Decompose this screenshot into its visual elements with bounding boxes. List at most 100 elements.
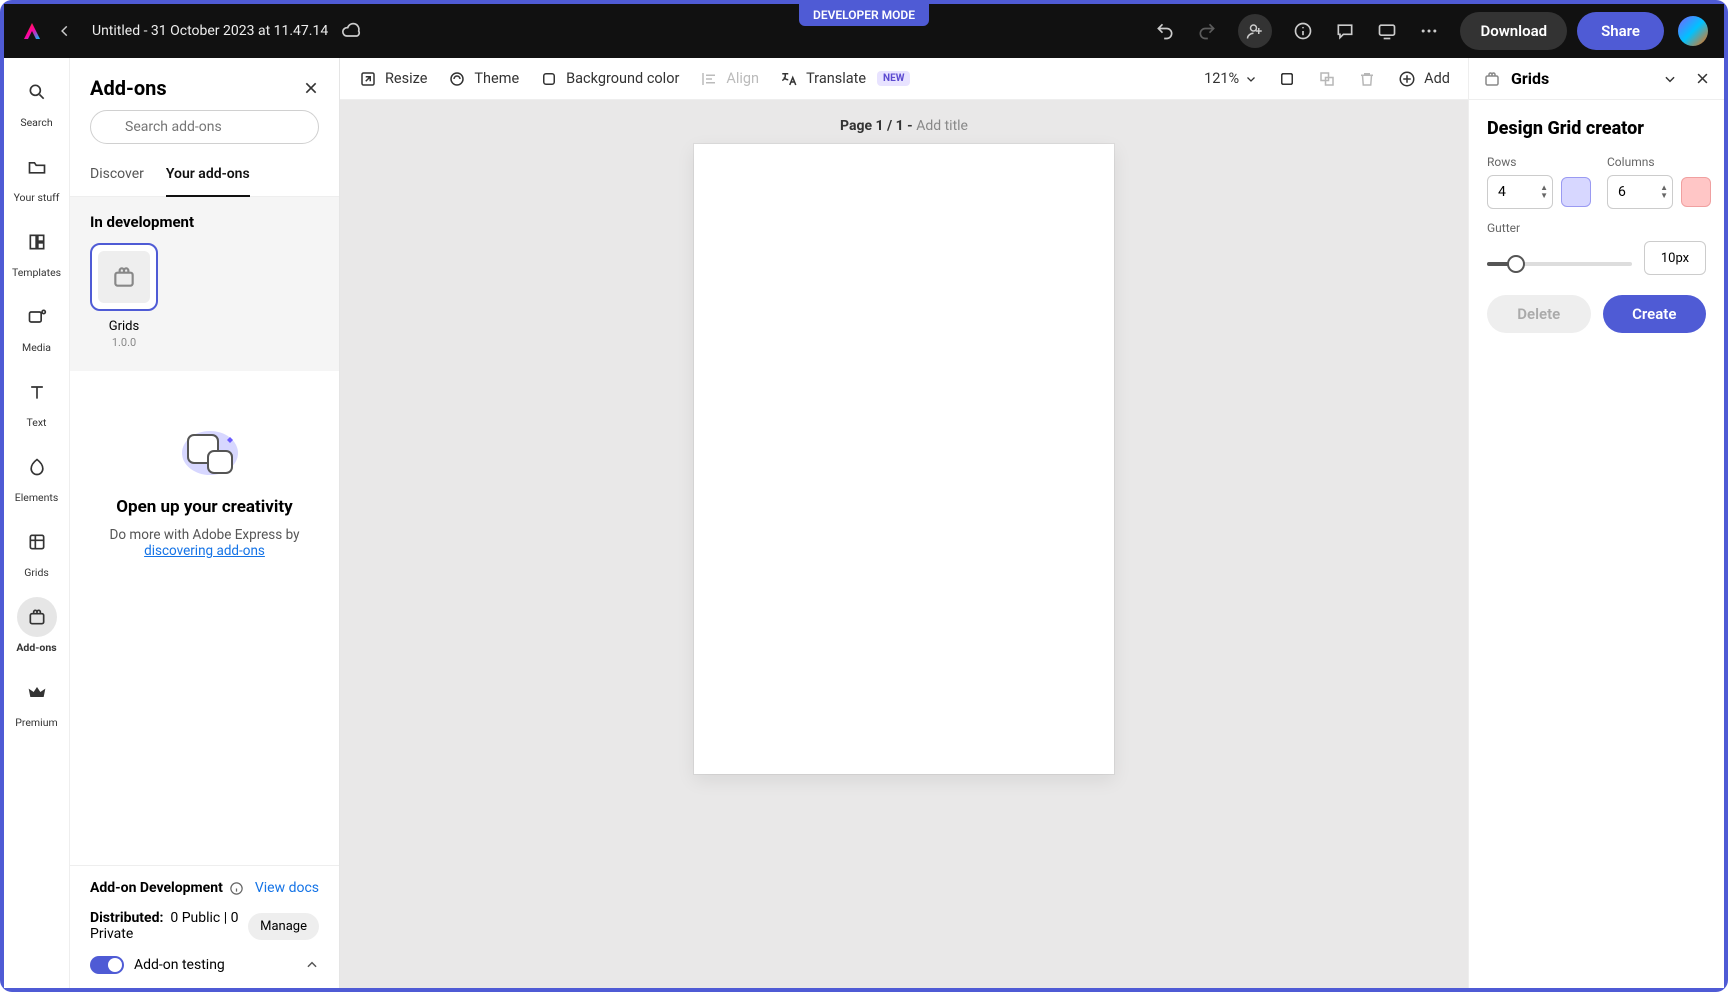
addon-tile-grids[interactable]: Grids 1.0.0 — [90, 243, 158, 349]
left-rail: Search Your stuff Templates Media Text E… — [4, 58, 70, 988]
bgcolor-icon — [539, 69, 559, 89]
translate-button[interactable]: TranslateNEW — [779, 69, 910, 89]
theme-icon — [447, 69, 467, 89]
align-button: Align — [699, 69, 759, 89]
rail-item-elements[interactable]: Elements — [4, 447, 69, 504]
chevron-up-icon[interactable] — [305, 958, 319, 972]
download-button[interactable]: Download — [1460, 12, 1567, 50]
columns-color-swatch[interactable] — [1681, 177, 1711, 207]
rows-color-swatch[interactable] — [1561, 177, 1591, 207]
more-icon[interactable] — [1418, 20, 1440, 42]
rail-label: Templates — [12, 266, 61, 279]
rail-label: Your stuff — [14, 191, 60, 204]
distributed-label: Distributed: — [90, 910, 163, 926]
rail-item-premium[interactable]: Premium — [4, 672, 69, 729]
theme-button[interactable]: Theme — [447, 69, 519, 89]
tab-your-addons[interactable]: Your add-ons — [166, 154, 250, 196]
rail-label: Add-ons — [16, 641, 56, 654]
duplicate-icon[interactable] — [1317, 69, 1337, 89]
addon-icon — [98, 251, 150, 303]
rail-item-addons[interactable]: Add-ons — [4, 597, 69, 654]
share-button[interactable]: Share — [1577, 12, 1664, 50]
text-icon — [17, 372, 57, 412]
create-button[interactable]: Create — [1603, 295, 1707, 333]
redo-icon[interactable] — [1196, 20, 1218, 42]
avatar[interactable] — [1678, 16, 1708, 46]
rail-item-media[interactable]: Media — [4, 297, 69, 354]
gutter-label: Gutter — [1487, 221, 1706, 235]
addon-dev-heading: Add-on Development — [90, 880, 244, 896]
background-color-button[interactable]: Background color — [539, 69, 679, 89]
rail-label: Elements — [15, 491, 59, 504]
rail-item-your-stuff[interactable]: Your stuff — [4, 147, 69, 204]
back-icon[interactable] — [58, 24, 72, 38]
new-badge: NEW — [877, 71, 910, 86]
elements-icon — [17, 447, 57, 487]
canvas-area[interactable]: Page 1 / 1 - Add title — [340, 100, 1468, 988]
view-docs-link[interactable]: View docs — [255, 880, 319, 896]
rail-label: Media — [22, 341, 51, 354]
promo-description: Do more with Adobe Express by discoverin… — [94, 527, 315, 559]
addon-name: Grids — [109, 319, 139, 334]
slider-thumb[interactable] — [1507, 255, 1525, 273]
rail-item-templates[interactable]: Templates — [4, 222, 69, 279]
rail-item-search[interactable]: Search — [4, 72, 69, 129]
align-icon — [699, 69, 719, 89]
zoom-control[interactable]: 121% — [1204, 70, 1257, 87]
addon-testing-toggle[interactable] — [90, 956, 124, 974]
rail-label: Grids — [24, 566, 49, 579]
promo-illustration — [170, 411, 240, 481]
rail-label: Search — [20, 116, 52, 129]
grid-creator-title: Design Grid creator — [1487, 118, 1706, 139]
tab-discover[interactable]: Discover — [90, 154, 144, 196]
present-icon[interactable] — [1376, 20, 1398, 42]
comments-icon[interactable] — [1334, 20, 1356, 42]
artboard[interactable] — [694, 144, 1114, 774]
rows-label: Rows — [1487, 155, 1591, 169]
resize-icon — [358, 69, 378, 89]
manage-button[interactable]: Manage — [248, 913, 319, 940]
plus-circle-icon — [1397, 69, 1417, 89]
page-label[interactable]: Page 1 / 1 - Add title — [840, 118, 968, 134]
help-icon[interactable] — [1292, 20, 1314, 42]
info-icon[interactable] — [229, 881, 244, 896]
rail-item-grids[interactable]: Grids — [4, 522, 69, 579]
search-addons-input[interactable] — [90, 110, 319, 144]
undo-icon[interactable] — [1154, 20, 1176, 42]
layers-icon[interactable] — [1277, 69, 1297, 89]
discover-addons-link[interactable]: discovering add-ons — [144, 543, 265, 559]
resize-button[interactable]: Resize — [358, 69, 427, 89]
templates-icon — [17, 222, 57, 262]
close-icon[interactable] — [303, 80, 319, 96]
chevron-down-icon[interactable] — [1663, 72, 1677, 86]
rail-item-text[interactable]: Text — [4, 372, 69, 429]
search-icon — [17, 72, 57, 112]
trash-icon[interactable] — [1357, 69, 1377, 89]
translate-icon — [779, 69, 799, 89]
grids-panel: Grids Design Grid creator Rows 4▲▼ Colum… — [1468, 58, 1724, 988]
rail-label: Premium — [15, 716, 57, 729]
grids-icon — [17, 522, 57, 562]
grids-panel-title: Grids — [1511, 69, 1653, 88]
document-title[interactable]: Untitled - 31 October 2023 at 11.47.14 — [92, 23, 328, 39]
addons-title: Add-ons — [90, 76, 167, 100]
gutter-value-input[interactable]: 10px — [1644, 241, 1706, 275]
logo[interactable] — [20, 19, 44, 43]
add-button[interactable]: Add — [1397, 69, 1450, 89]
columns-label: Columns — [1607, 155, 1711, 169]
stepper-down-icon[interactable]: ▼ — [1660, 192, 1668, 200]
invite-user-icon[interactable] — [1238, 14, 1272, 48]
grids-addon-icon — [1483, 70, 1501, 88]
rail-label: Text — [27, 416, 47, 429]
folder-icon — [17, 147, 57, 187]
gutter-slider[interactable] — [1487, 262, 1632, 266]
developer-mode-badge: DEVELOPER MODE — [799, 4, 929, 26]
close-icon[interactable] — [1695, 71, 1710, 86]
columns-input[interactable]: 6▲▼ — [1607, 175, 1673, 209]
chevron-down-icon — [1245, 73, 1257, 85]
stepper-down-icon[interactable]: ▼ — [1540, 192, 1548, 200]
cloud-sync-icon[interactable] — [342, 21, 362, 41]
rows-input[interactable]: 4▲▼ — [1487, 175, 1553, 209]
in-development-heading: In development — [90, 213, 319, 231]
media-icon — [17, 297, 57, 337]
